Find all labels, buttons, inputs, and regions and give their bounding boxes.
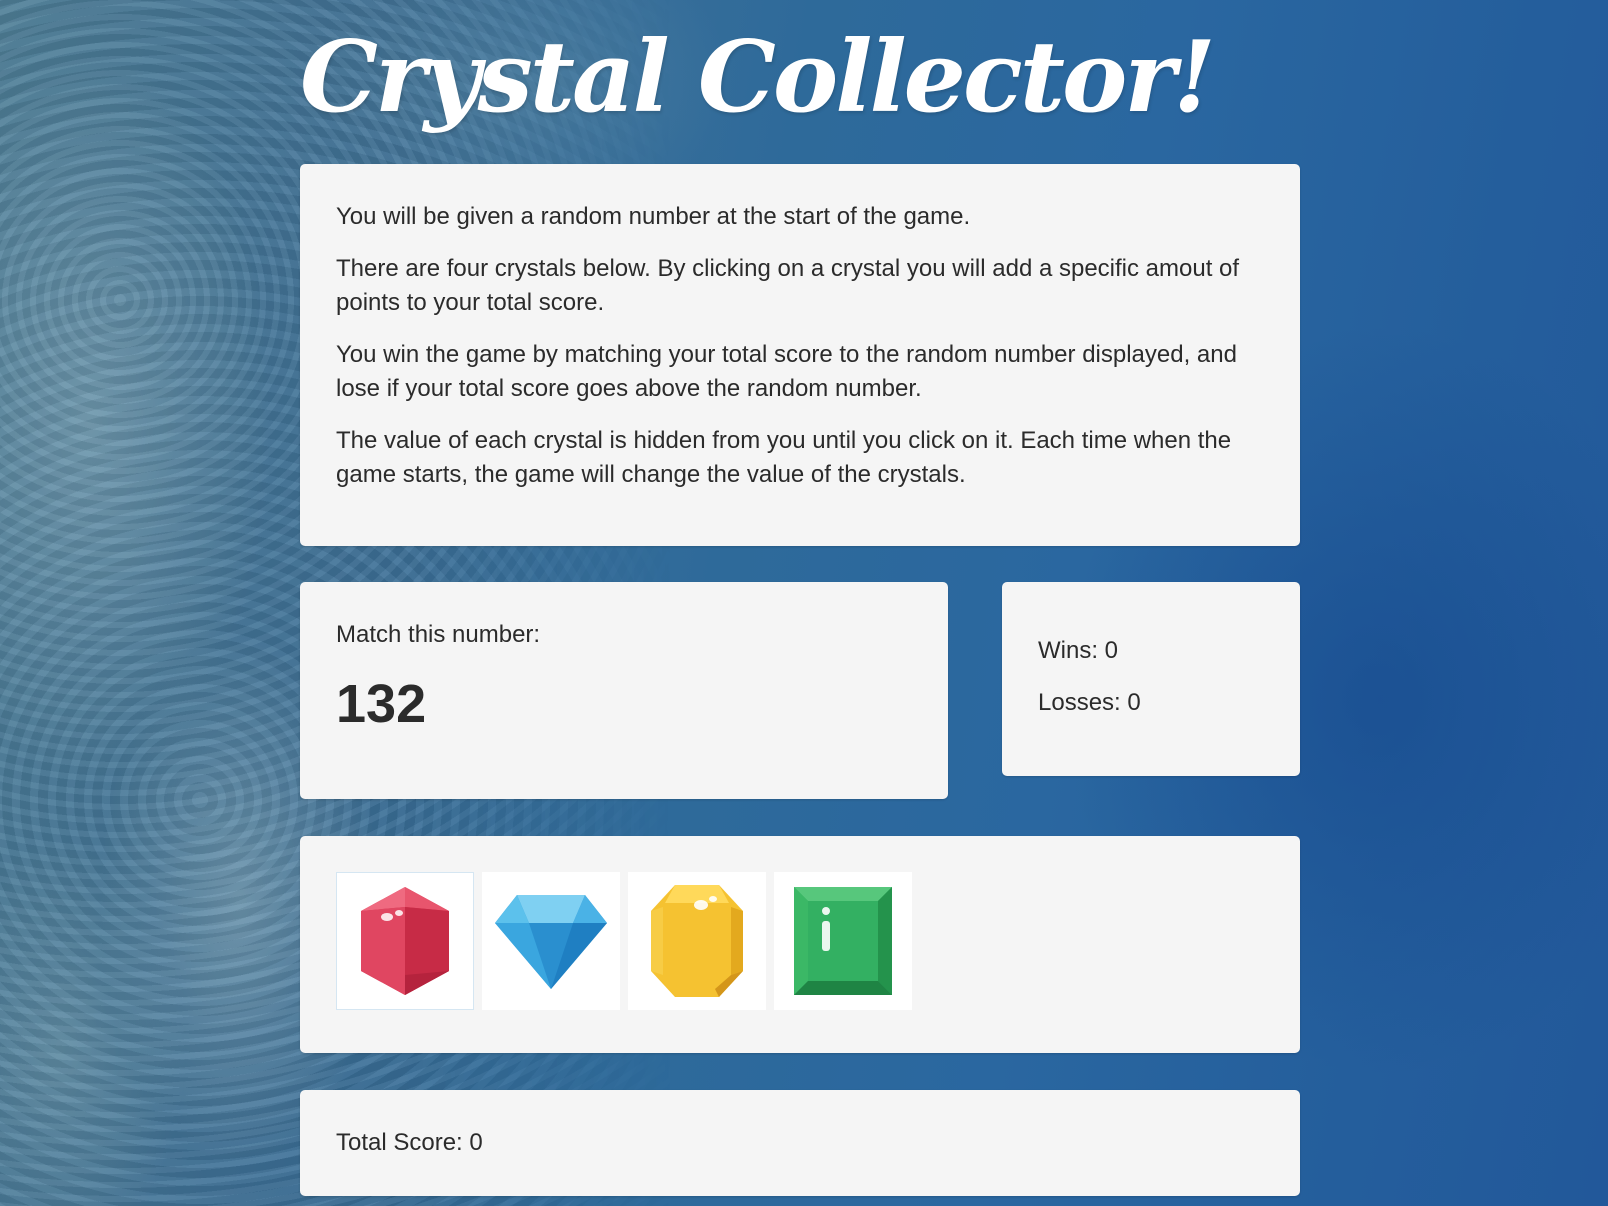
instructions-panel: You will be given a random number at the… (300, 164, 1300, 546)
diamond-crystal-button[interactable] (482, 872, 620, 1010)
total-score-panel: Total Score: 0 (300, 1090, 1300, 1196)
instruction-text: There are four crystals below. By clicki… (336, 255, 1240, 316)
instruction-text: You win the game by matching your total … (336, 341, 1237, 402)
target-label: Match this number: (336, 621, 541, 648)
scoreboard-panel: Wins: 0 Losses: 0 (1002, 582, 1300, 776)
losses-counter: Losses: 0 (1038, 689, 1141, 716)
diamond-crystal-icon (495, 895, 607, 989)
crystal-row (336, 872, 1264, 1010)
instruction-text: The value of each crystal is hidden from… (336, 427, 1232, 488)
target-number: 132 (336, 674, 427, 734)
total-score: Total Score: 0 (336, 1129, 483, 1156)
target-number-panel: Match this number: 132 (300, 582, 948, 799)
topaz-crystal-button[interactable] (628, 872, 766, 1010)
crystals-panel (300, 836, 1300, 1053)
emerald-crystal-icon (794, 887, 892, 995)
ruby-crystal-button[interactable] (336, 872, 474, 1010)
emerald-crystal-button[interactable] (774, 872, 912, 1010)
ruby-crystal-icon (361, 887, 449, 995)
page-title: Crystal Collector! (300, 20, 1216, 135)
instruction-text: You will be given a random number at the… (336, 203, 971, 230)
topaz-crystal-icon (651, 885, 743, 997)
wins-counter: Wins: 0 (1038, 637, 1119, 664)
